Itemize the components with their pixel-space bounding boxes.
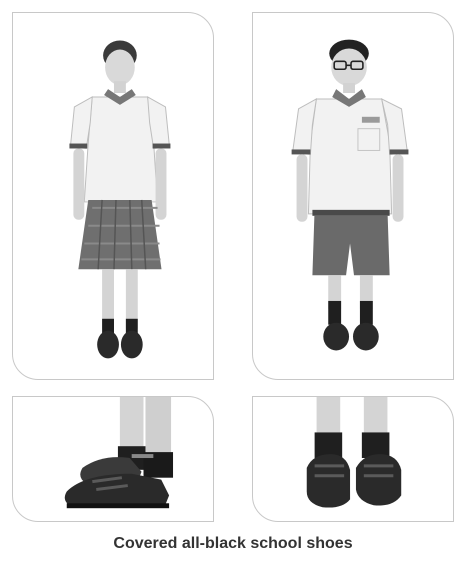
boy-uniform-photo	[252, 12, 454, 380]
girl-uniform-illustration	[69, 40, 171, 359]
boy-uniform-illustration	[291, 39, 409, 351]
girl-shoes-closeup-photo	[12, 396, 214, 522]
girl-shoes-illustration	[64, 397, 174, 509]
boy-shoes-illustration	[306, 397, 402, 508]
caption: Covered all-black school shoes	[113, 535, 353, 552]
girl-uniform-photo	[12, 12, 214, 380]
boy-shoes-closeup-photo	[252, 396, 454, 522]
